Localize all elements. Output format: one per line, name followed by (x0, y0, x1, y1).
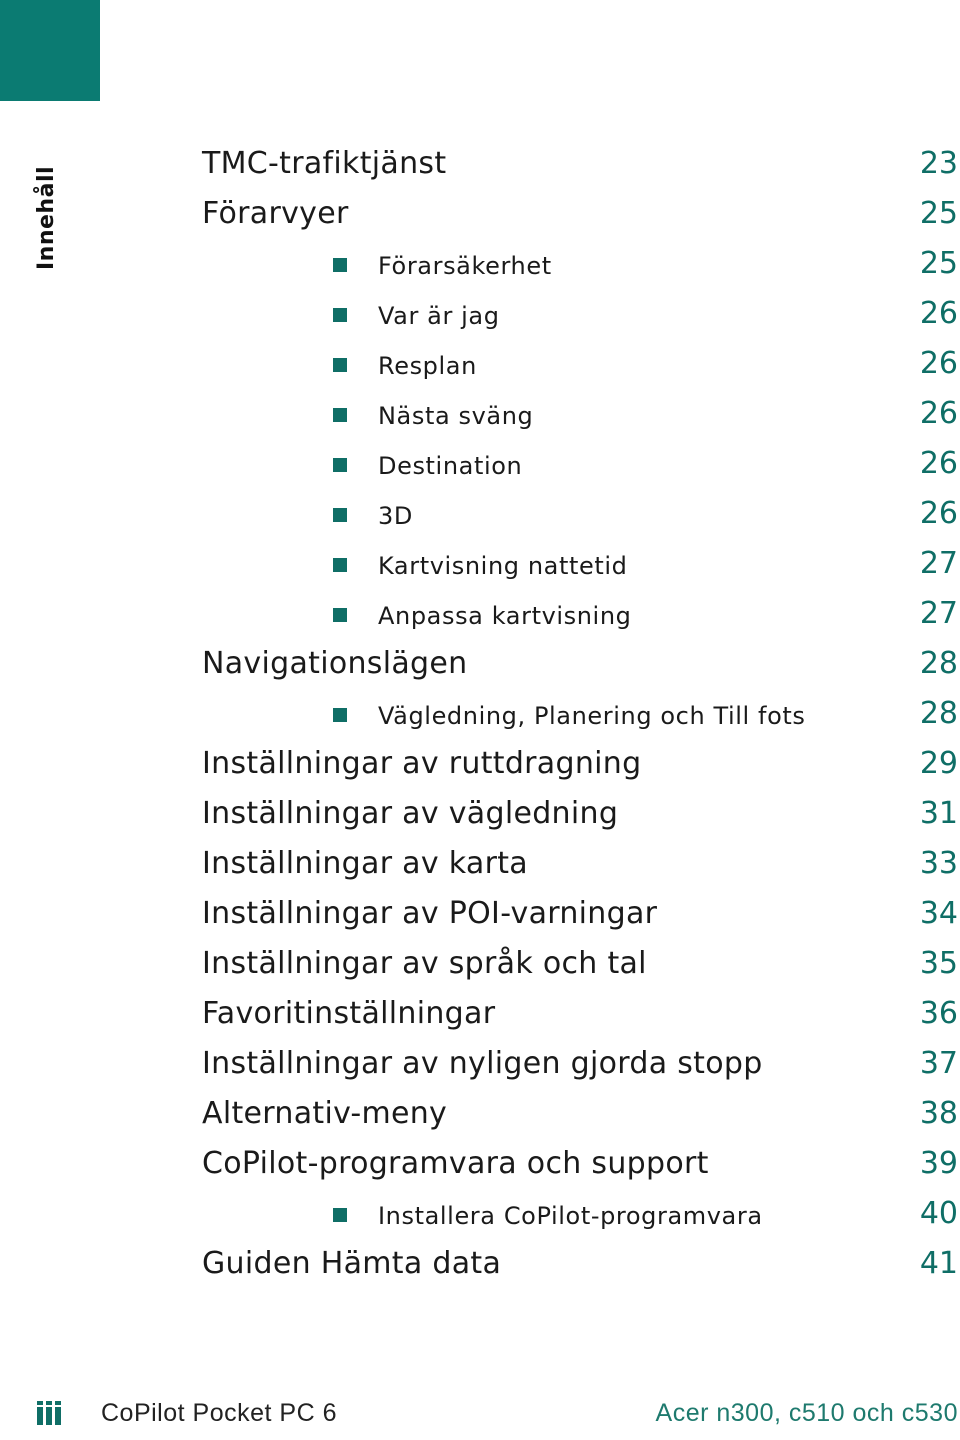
square-bullet-icon (333, 1208, 347, 1222)
toc-page-number[interactable]: 26 (920, 346, 958, 381)
toc-entry-title[interactable]: Var är jag (378, 302, 500, 330)
toc-entry-title[interactable]: Förarvyer (202, 196, 349, 231)
toc-subentry[interactable]: Förarsäkerhet 25 (0, 240, 960, 290)
footer-device-models: Acer n300, c510 och c530 (655, 1399, 958, 1427)
square-bullet-icon (333, 308, 347, 322)
toc-page-number[interactable]: 25 (920, 246, 958, 281)
toc-subentry[interactable]: 3D 26 (0, 490, 960, 540)
square-bullet-icon (333, 558, 347, 572)
toc-entry-title[interactable]: Installera CoPilot-programvara (378, 1202, 763, 1230)
toc-page-number[interactable]: 27 (920, 596, 958, 631)
toc-page-number[interactable]: 33 (920, 846, 958, 881)
toc-entry[interactable]: Alternativ-meny 38 (0, 1090, 960, 1140)
table-of-contents: TMC-trafiktjänst 23 Förarvyer 25 Förarsäkerh… (0, 140, 960, 1290)
square-bullet-icon (333, 508, 347, 522)
toc-page-number[interactable]: 26 (920, 496, 958, 531)
toc-entry-title[interactable]: Inställningar av nyligen gjorda stopp (202, 1046, 763, 1081)
square-bullet-icon (333, 708, 347, 722)
toc-entry-title[interactable]: Inställningar av vägledning (202, 796, 618, 831)
toc-entry-title[interactable]: Vägledning, Planering och Till fots (378, 702, 806, 730)
toc-entry-title[interactable]: Inställningar av ruttdragning (202, 746, 641, 781)
toc-entry-title[interactable]: Inställningar av POI-varningar (202, 896, 657, 931)
toc-entry[interactable]: Inställningar av ruttdragning 29 (0, 740, 960, 790)
toc-entry[interactable]: CoPilot-programvara och support 39 (0, 1140, 960, 1190)
toc-entry[interactable]: Förarvyer 25 (0, 190, 960, 240)
toc-entry-title[interactable]: CoPilot-programvara och support (202, 1146, 709, 1181)
toc-page-number[interactable]: 39 (920, 1146, 958, 1181)
toc-entry[interactable]: TMC-trafiktjänst 23 (0, 140, 960, 190)
toc-entry-title[interactable]: Nästa sväng (378, 402, 533, 430)
toc-entry-title[interactable]: Förarsäkerhet (378, 252, 552, 280)
toc-subentry[interactable]: Kartvisning nattetid 27 (0, 540, 960, 590)
toc-page-number[interactable]: 23 (920, 146, 958, 181)
footer-product-name: CoPilot Pocket PC 6 (101, 1399, 337, 1427)
toc-subentry[interactable]: Var är jag 26 (0, 290, 960, 340)
toc-entry-title[interactable]: Inställningar av språk och tal (202, 946, 647, 981)
toc-entry-title[interactable]: Favoritinställningar (202, 996, 495, 1031)
toc-entry[interactable]: Inställningar av karta 33 (0, 840, 960, 890)
toc-page-number[interactable]: 25 (920, 196, 958, 231)
toc-subentry[interactable]: Destination 26 (0, 440, 960, 490)
toc-page-number[interactable]: 35 (920, 946, 958, 981)
toc-page-number[interactable]: 31 (920, 796, 958, 831)
toc-entry-title[interactable]: Destination (378, 452, 522, 480)
toc-page-number[interactable]: 28 (920, 696, 958, 731)
square-bullet-icon (333, 258, 347, 272)
toc-entry[interactable]: Inställningar av vägledning 31 (0, 790, 960, 840)
book-stack-icon (37, 1401, 63, 1425)
toc-page-number[interactable]: 27 (920, 546, 958, 581)
toc-page-number[interactable]: 29 (920, 746, 958, 781)
toc-entry[interactable]: Inställningar av POI-varningar 34 (0, 890, 960, 940)
toc-page-number[interactable]: 41 (920, 1246, 958, 1281)
toc-entry-title[interactable]: Alternativ-meny (202, 1096, 447, 1131)
toc-entry[interactable]: Guiden Hämta data 41 (0, 1240, 960, 1290)
toc-entry[interactable]: Inställningar av nyligen gjorda stopp 37 (0, 1040, 960, 1090)
toc-entry-title[interactable]: TMC-trafiktjänst (202, 146, 446, 181)
corner-accent-block (0, 0, 100, 101)
toc-entry-title[interactable]: Kartvisning nattetid (378, 552, 627, 580)
toc-entry-title[interactable]: Anpassa kartvisning (378, 602, 631, 630)
toc-page-number[interactable]: 34 (920, 896, 958, 931)
square-bullet-icon (333, 608, 347, 622)
toc-page-number[interactable]: 38 (920, 1096, 958, 1131)
toc-subentry[interactable]: Nästa sväng 26 (0, 390, 960, 440)
toc-page-number[interactable]: 26 (920, 296, 958, 331)
square-bullet-icon (333, 408, 347, 422)
toc-page-number[interactable]: 28 (920, 646, 958, 681)
toc-page-number[interactable]: 40 (920, 1196, 958, 1231)
toc-entry[interactable]: Favoritinställningar 36 (0, 990, 960, 1040)
toc-entry[interactable]: Navigationslägen 28 (0, 640, 960, 690)
toc-page-number[interactable]: 37 (920, 1046, 958, 1081)
toc-entry-title[interactable]: Inställningar av karta (202, 846, 528, 881)
toc-entry[interactable]: Inställningar av språk och tal 35 (0, 940, 960, 990)
toc-entry-title[interactable]: Resplan (378, 352, 477, 380)
square-bullet-icon (333, 458, 347, 472)
toc-entry-title[interactable]: 3D (378, 502, 413, 530)
toc-page-number[interactable]: 26 (920, 396, 958, 431)
toc-subentry[interactable]: Vägledning, Planering och Till fots 28 (0, 690, 960, 740)
toc-page-number[interactable]: 36 (920, 996, 958, 1031)
toc-entry-title[interactable]: Navigationslägen (202, 646, 467, 681)
toc-page-number[interactable]: 26 (920, 446, 958, 481)
toc-subentry[interactable]: Resplan 26 (0, 340, 960, 390)
square-bullet-icon (333, 358, 347, 372)
toc-subentry[interactable]: Anpassa kartvisning 27 (0, 590, 960, 640)
toc-entry-title[interactable]: Guiden Hämta data (202, 1246, 501, 1281)
toc-subentry[interactable]: Installera CoPilot-programvara 40 (0, 1190, 960, 1240)
